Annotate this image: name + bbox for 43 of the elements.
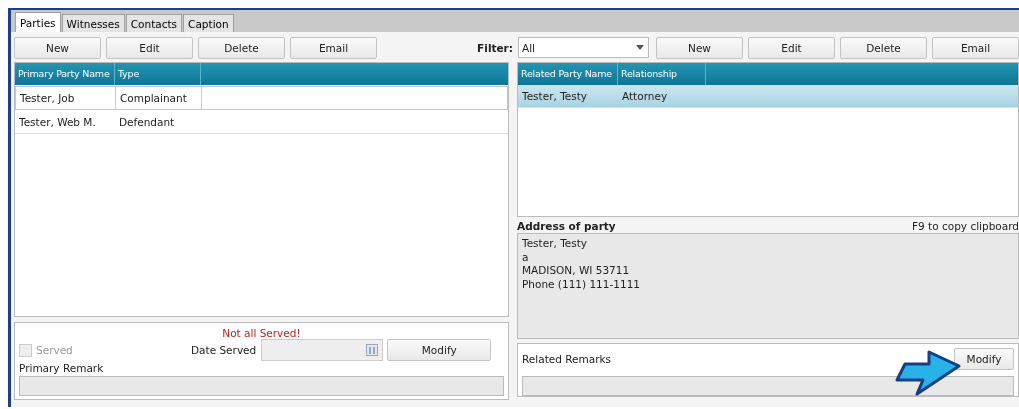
column-header[interactable]: Primary Party Name [15, 63, 115, 85]
tab[interactable]: Parties [15, 12, 61, 32]
table-row[interactable]: Tester, Web M. Defendant [15, 111, 508, 134]
remark-field[interactable] [19, 376, 504, 396]
toolbar-button[interactable]: Delete [198, 36, 285, 59]
checkbox-label: Served [36, 344, 73, 356]
toolbar-button[interactable]: Email [932, 36, 1019, 59]
tab[interactable]: Contacts [125, 14, 183, 32]
warning-text: Not all Served! [222, 327, 301, 339]
table-cell: Tester, Job [16, 87, 116, 109]
filter-dropdown[interactable]: All [518, 37, 649, 58]
toolbar-button[interactable]: New [656, 36, 743, 59]
table-cell-text: Attorney [621, 89, 669, 104]
section-title: Address of party [517, 219, 616, 232]
table-row[interactable]: Tester, Job Complainant [15, 86, 508, 110]
field-label: Related Remarks [522, 353, 612, 365]
filter-label: Filter: [476, 41, 513, 54]
address-line: a [522, 250, 530, 264]
table-cell: Complainant [116, 87, 202, 109]
calendar-icon[interactable] [366, 344, 379, 356]
date-field[interactable] [261, 339, 384, 361]
toolbar-button[interactable]: Delete [840, 36, 927, 59]
modify-button[interactable]: Modify [387, 339, 492, 361]
tab[interactable]: Caption [183, 14, 234, 32]
hint-text: F9 to copy clipboard [912, 219, 1019, 232]
toolbar-button[interactable]: Edit [106, 36, 193, 59]
dropdown-caret-icon[interactable] [636, 45, 644, 50]
toolbar-button[interactable]: Edit [748, 36, 835, 59]
toolbar-button[interactable]: New [14, 36, 101, 59]
toolbar-button[interactable]: Email [290, 36, 377, 59]
table-cell-text: Defendant [118, 115, 176, 130]
table-cell-text: Tester, Web M. [18, 115, 97, 130]
address-line: Phone (111) 111-1111 [522, 277, 641, 291]
tab[interactable]: Witnesses [61, 14, 125, 32]
address-line: MADISON, WI 53711 [522, 264, 631, 278]
column-header[interactable]: Type [115, 63, 201, 85]
field-label: Primary Remark [19, 362, 105, 374]
table-cell-text: Tester, Testy [521, 89, 589, 104]
modify-button[interactable]: Modify [954, 348, 1014, 370]
field-label: Date Served [191, 344, 257, 356]
remark-field[interactable] [522, 376, 1014, 396]
table-row[interactable]: Tester, Testy Attorney [518, 85, 1018, 108]
address-line: Tester, Testy [522, 237, 589, 251]
